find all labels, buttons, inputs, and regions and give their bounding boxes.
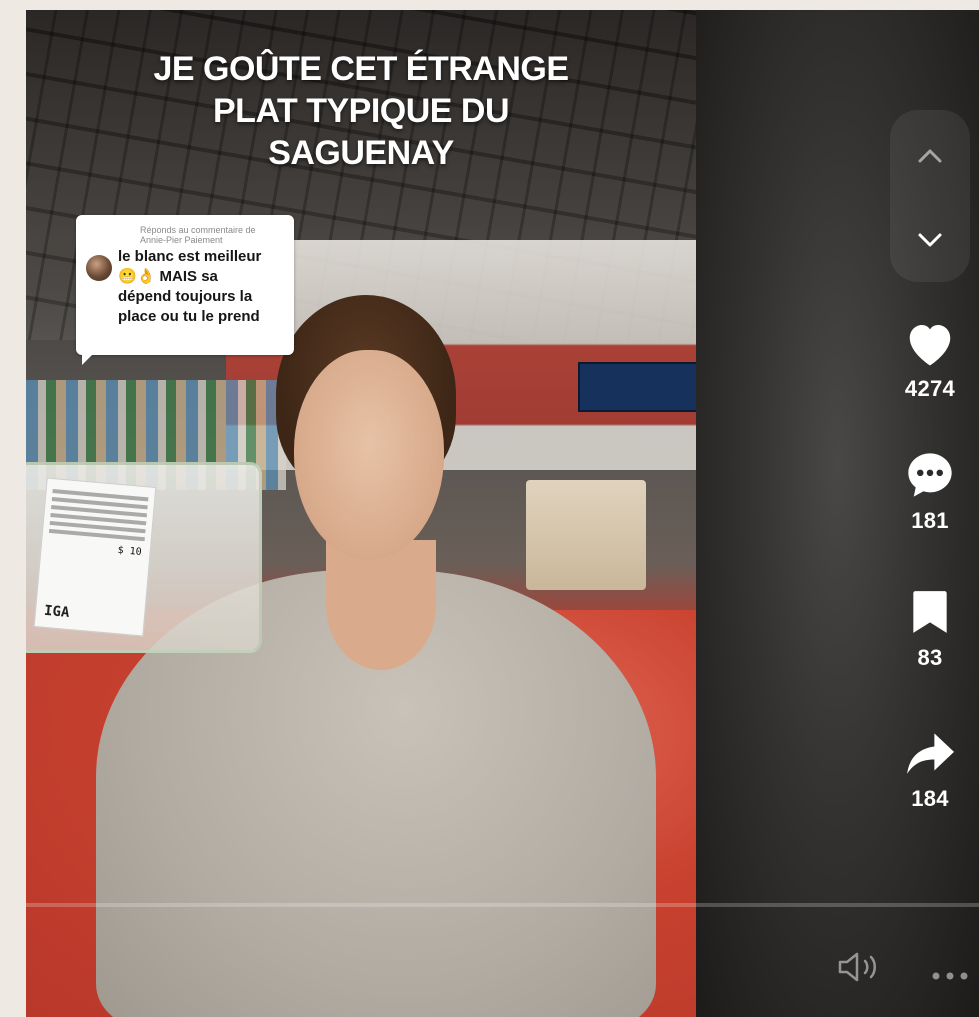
comment-icon: [903, 448, 957, 502]
chevron-up-icon: [917, 148, 943, 169]
reply-comment-sticker: Réponds au commentaire de Annie-Pier Pai…: [76, 215, 294, 365]
reply-caption: Réponds au commentaire de: [140, 225, 256, 235]
video-title-overlay: JE GOÛTE CET ÉTRANGE PLAT TYPIQUE DU SAG…: [26, 48, 696, 174]
video-progress-bar[interactable]: [26, 903, 979, 907]
reply-line: place ou tu le prend: [118, 308, 260, 325]
menu-screen: [578, 362, 696, 412]
video-player[interactable]: $ 10 IGA JE GOÛTE CET ÉTRANGE PLAT TYPIQ…: [26, 10, 979, 1017]
reply-line: dépend toujours la: [118, 288, 253, 305]
person-neck: [326, 540, 436, 670]
heart-icon: [903, 316, 957, 370]
chevron-down-icon: [917, 232, 943, 253]
volume-icon: [836, 952, 884, 990]
comment-button[interactable]: 181: [885, 448, 975, 534]
title-line-1: JE GOÛTE CET ÉTRANGE: [153, 50, 569, 88]
share-button[interactable]: 184: [885, 726, 975, 812]
like-button[interactable]: 4274: [885, 316, 975, 402]
store-logo: IGA: [43, 602, 71, 621]
share-count: 184: [911, 786, 949, 811]
previous-video-button[interactable]: [910, 138, 950, 178]
reply-line: le blanc est meilleur: [118, 248, 262, 265]
reply-line: 😬👌 MAIS sa: [118, 268, 218, 285]
cake-price-label: $ 10 IGA: [33, 477, 157, 637]
like-count: 4274: [904, 376, 956, 401]
title-line-2: PLAT TYPIQUE DU: [213, 92, 510, 130]
reply-text: le blanc est meilleur 😬👌 MAIS sa dépend …: [118, 247, 261, 327]
person-face: [294, 350, 444, 560]
bookmark-icon: [903, 585, 957, 639]
avatar: [86, 255, 112, 281]
volume-button[interactable]: [836, 950, 884, 991]
price-text: $ 10: [117, 544, 143, 559]
more-options-button[interactable]: [930, 958, 976, 989]
video-frame[interactable]: $ 10 IGA JE GOÛTE CET ÉTRANGE PLAT TYPIQ…: [26, 10, 696, 1017]
comment-count: 181: [911, 508, 949, 533]
save-count: 83: [917, 645, 943, 670]
share-icon: [903, 726, 957, 780]
more-icon: [930, 958, 976, 988]
deli-counter: [526, 480, 646, 590]
reply-author: Annie-Pier Paiement: [140, 235, 223, 245]
save-button[interactable]: 83: [885, 585, 975, 671]
title-line-3: SAGUENAY: [268, 134, 454, 172]
next-video-button[interactable]: [910, 222, 950, 262]
